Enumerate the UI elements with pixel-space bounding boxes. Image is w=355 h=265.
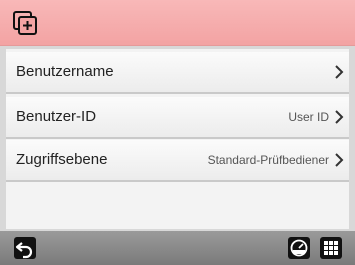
add-window-button[interactable] bbox=[12, 10, 38, 36]
gauge-icon bbox=[290, 239, 308, 257]
menu-item-label: Benutzer-ID bbox=[16, 108, 97, 125]
gauge-button[interactable] bbox=[288, 237, 310, 259]
menu-item-value: User ID bbox=[288, 110, 329, 124]
add-window-icon bbox=[13, 11, 37, 35]
menu-item-username[interactable]: Benutzername bbox=[6, 52, 349, 92]
back-icon bbox=[15, 242, 33, 259]
menu-item-value: Standard-Prüfbediener bbox=[207, 153, 329, 167]
menu-item-user-id[interactable]: Benutzer-ID User ID bbox=[6, 97, 349, 137]
back-button[interactable] bbox=[14, 237, 36, 259]
settings-panel: Benutzername Benutzer-ID User ID Zugriff… bbox=[6, 49, 349, 229]
menu-item-access-level[interactable]: Zugriffsebene Standard-Prüfbediener bbox=[6, 140, 349, 180]
grid-menu-icon bbox=[324, 241, 338, 255]
menu-item-label: Zugriffsebene bbox=[16, 151, 108, 168]
chevron-right-icon bbox=[335, 65, 344, 79]
chevron-right-icon bbox=[335, 153, 344, 167]
chevron-right-icon bbox=[335, 110, 344, 124]
top-bar bbox=[0, 0, 355, 46]
menu-item-label: Benutzername bbox=[16, 63, 114, 80]
menu-grid-button[interactable] bbox=[320, 237, 342, 259]
bottom-bar bbox=[0, 231, 355, 265]
